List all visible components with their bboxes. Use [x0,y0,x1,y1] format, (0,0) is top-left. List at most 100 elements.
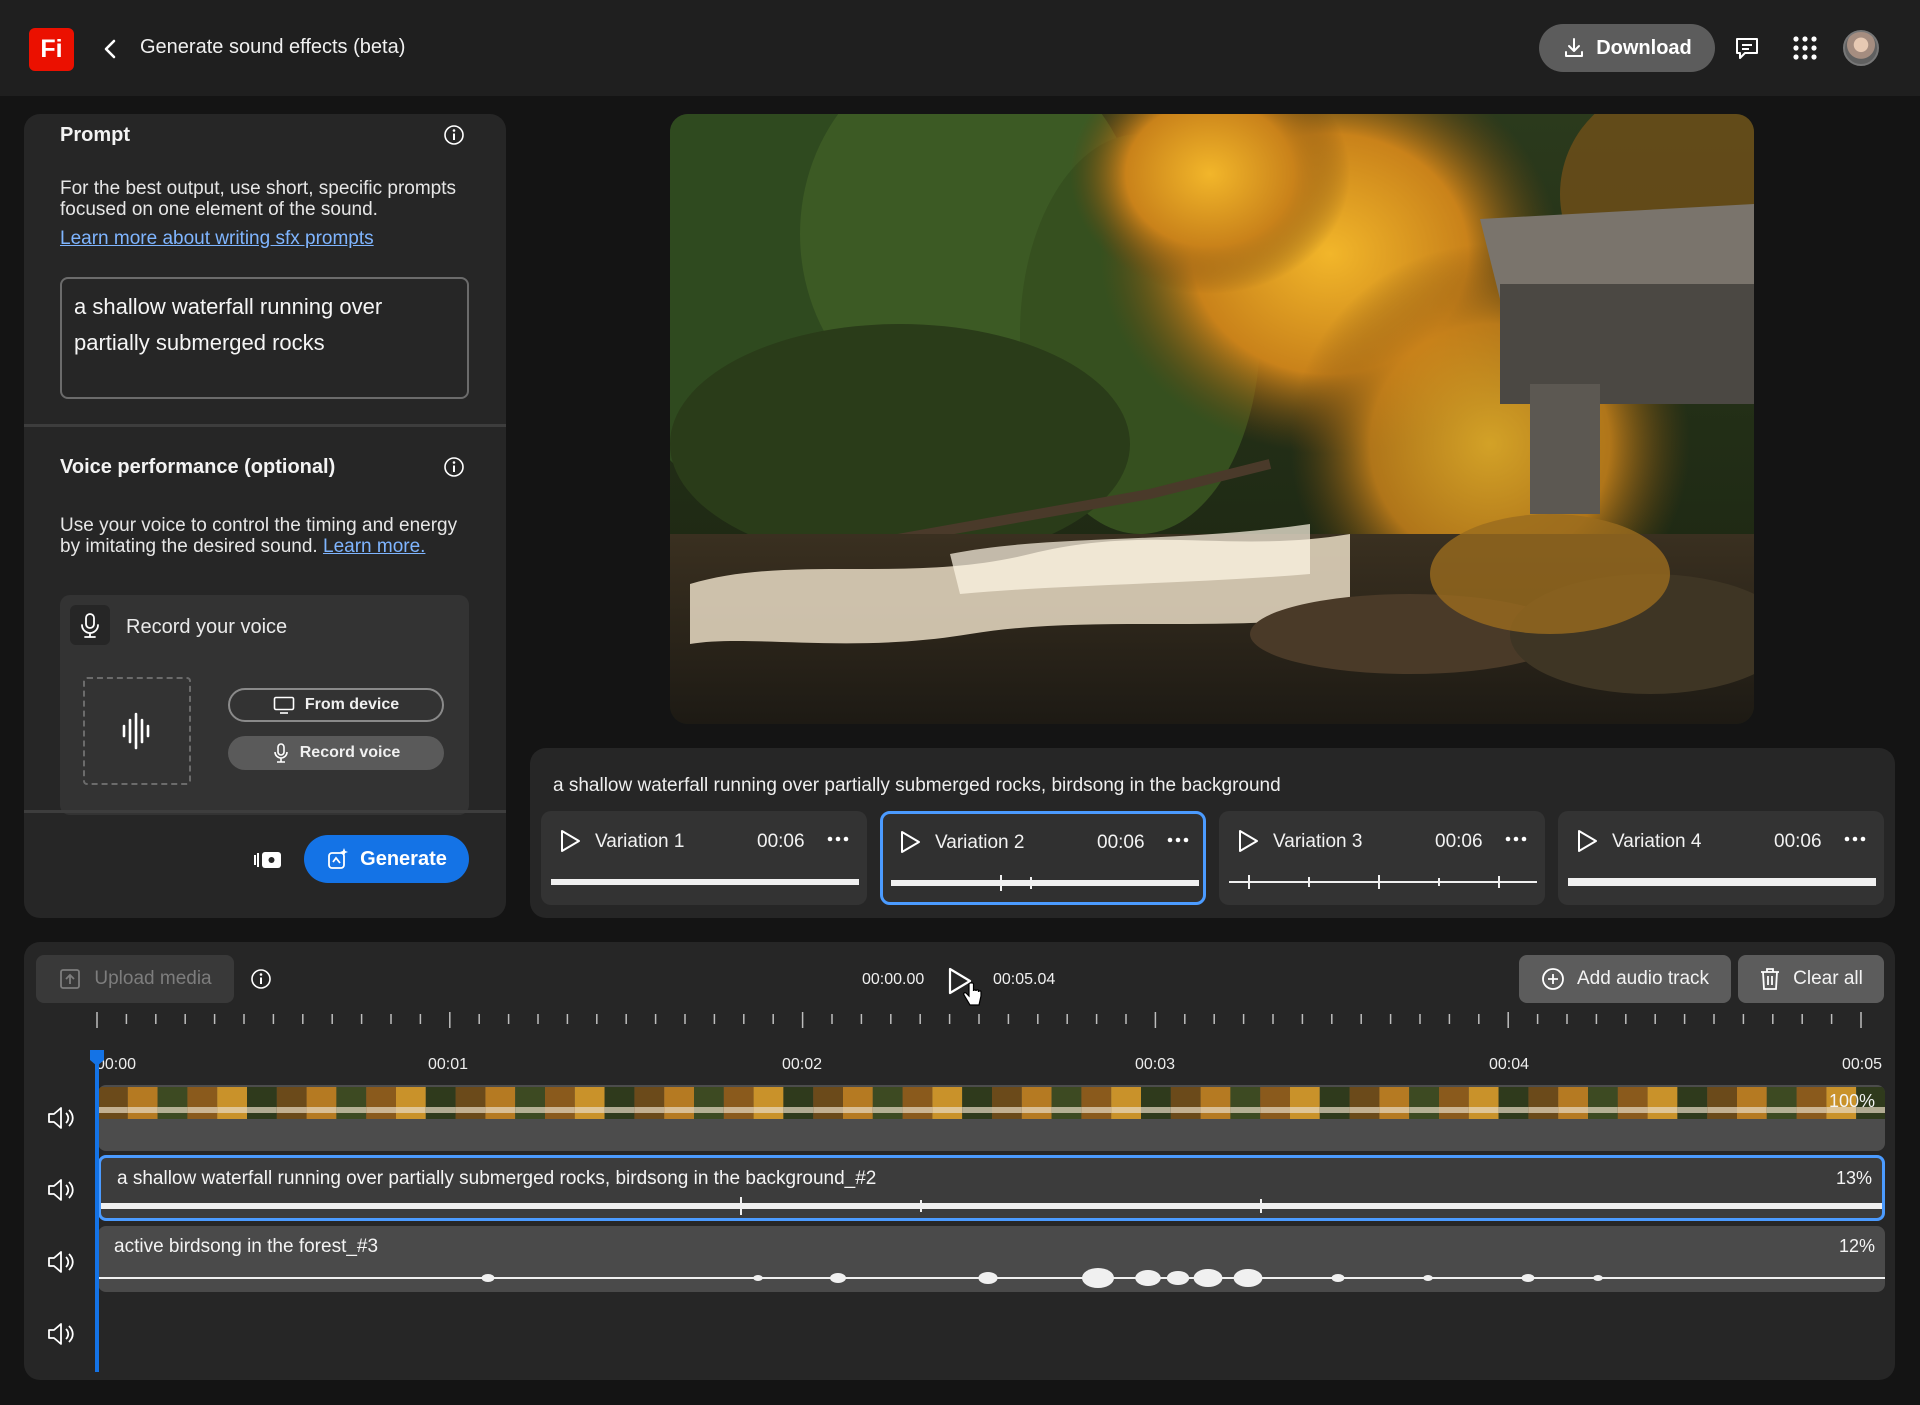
clear-all-button[interactable]: Clear all [1738,955,1884,1003]
video-preview[interactable] [670,114,1754,724]
audio-track[interactable]: active birdsong in the forest_#3 12% [98,1226,1885,1292]
birdsong-blip [1331,1274,1345,1282]
upload-icon [60,969,81,989]
video-filmstrip [98,1087,1885,1119]
play-icon[interactable] [1237,829,1259,853]
from-device-button[interactable]: From device [228,688,444,722]
film-frame [1349,1087,1380,1119]
microphone-icon [81,613,99,638]
variation-card[interactable]: Variation 3 00:06 [1219,811,1545,905]
download-button[interactable]: Download [1539,24,1715,72]
variations-caption: a shallow waterfall running over partial… [553,775,1281,796]
top-bar: Fi Generate sound effects (beta) Downloa… [0,0,1920,96]
film-frame [1528,1087,1559,1119]
film-frame-water [1111,1107,1141,1113]
more-options-icon[interactable] [825,829,851,849]
user-avatar[interactable] [1843,30,1879,66]
add-audio-track-button[interactable]: Add audio track [1519,955,1731,1003]
playhead-handle[interactable] [88,1048,106,1068]
speaker-icon[interactable] [46,1104,76,1132]
film-frame-water [217,1107,247,1113]
record-label: Record your voice [126,616,288,638]
variation-card[interactable]: Variation 1 00:06 [541,811,867,905]
film-frame [1319,1087,1350,1119]
play-icon[interactable] [559,829,581,853]
audio-track-selected[interactable]: a shallow waterfall running over partial… [98,1155,1885,1221]
apps-grid-icon[interactable] [1790,33,1820,63]
prompt-help-link[interactable]: Learn more about writing sfx prompts [60,228,374,249]
film-frame [962,1087,992,1119]
film-frame [1111,1087,1141,1119]
film-frame [843,1087,873,1119]
play-icon[interactable] [1576,829,1598,853]
mic-chip [70,605,110,645]
film-frame-water [127,1107,158,1113]
video-settings-icon[interactable] [253,849,283,871]
add-circle-icon [1542,968,1564,990]
prompt-input[interactable]: a shallow waterfall running over partial… [60,277,469,399]
track-label: a shallow waterfall running over partial… [117,1168,877,1189]
film-frame [127,1087,158,1119]
track-volume: 12% [1838,1236,1875,1256]
monitor-icon [273,696,295,714]
info-icon[interactable] [250,968,272,990]
variation-card[interactable]: Variation 4 00:06 [1558,811,1884,905]
voice-title: Voice performance (optional) [60,456,336,478]
film-frame [515,1087,545,1119]
film-frame-water [1349,1107,1380,1113]
film-frame-water [1558,1107,1588,1113]
record-voice-button[interactable]: Record voice [228,736,444,770]
back-chevron-icon[interactable] [100,34,120,64]
total-timecode: 00:05.04 [993,971,1056,988]
film-frame-water [1677,1107,1708,1113]
film-frame [1468,1087,1499,1119]
variation-card-selected[interactable]: Variation 2 00:06 [880,811,1206,905]
playhead[interactable] [95,1052,99,1372]
video-track[interactable]: 100% [98,1085,1885,1151]
tick-label: 00:01 [428,1056,469,1073]
film-frame-water [902,1107,933,1113]
info-icon[interactable] [443,456,465,478]
film-frame-water [1588,1107,1618,1113]
film-frame [485,1087,516,1119]
film-frame-water [813,1107,843,1113]
film-frame [396,1087,426,1119]
trash-icon [1761,968,1780,990]
play-icon[interactable] [899,830,921,854]
time-ruler[interactable] [24,1012,1895,1072]
speaker-icon[interactable] [46,1320,76,1348]
voice-learn-more-link[interactable]: Learn more. [323,536,425,557]
birdsong-blip [1082,1268,1114,1288]
more-options-icon[interactable] [1842,829,1868,849]
prompt-title: Prompt [60,124,130,146]
film-frame-water [1528,1107,1559,1113]
birdsong-blip [481,1274,495,1282]
variation-waveform [1229,875,1537,889]
app-logo[interactable]: Fi [29,28,74,71]
speaker-icon[interactable] [46,1176,76,1204]
film-frame-water [1707,1107,1737,1113]
film-frame [992,1087,1022,1119]
film-frame-water [1200,1107,1231,1113]
audio-drop-zone[interactable] [83,677,191,785]
more-options-icon[interactable] [1165,830,1191,850]
film-frame-water [753,1107,784,1113]
speaker-icon[interactable] [46,1248,76,1276]
film-frame [1021,1087,1052,1119]
film-frame [1588,1087,1618,1119]
variation-duration: 00:06 [1097,832,1145,853]
info-icon[interactable] [443,124,465,146]
film-frame-water [336,1107,367,1113]
film-frame [247,1087,277,1119]
film-frame [723,1087,754,1119]
film-frame-water [932,1107,963,1113]
film-frame-water [872,1107,903,1113]
comment-icon[interactable] [1732,33,1762,63]
film-frame [1766,1087,1797,1119]
track-waveform [101,1197,1882,1215]
film-frame-water [1647,1107,1678,1113]
generate-button[interactable]: Generate [304,835,469,883]
more-options-icon[interactable] [1503,829,1529,849]
upload-media-button[interactable]: Upload media [36,955,234,1003]
prompt-help-link-row: Learn more about writing sfx prompts [60,228,480,249]
